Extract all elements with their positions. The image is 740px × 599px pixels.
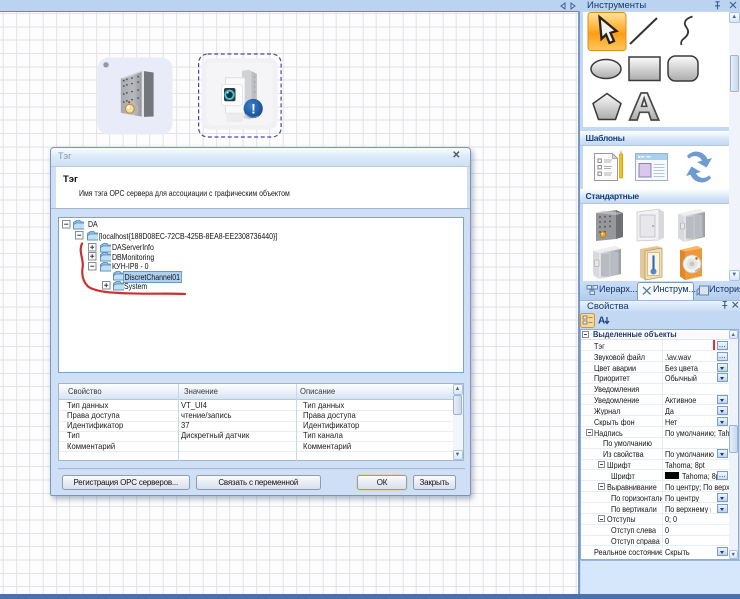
- svg-text:!: !: [251, 100, 256, 116]
- svg-text:A: A: [598, 315, 605, 326]
